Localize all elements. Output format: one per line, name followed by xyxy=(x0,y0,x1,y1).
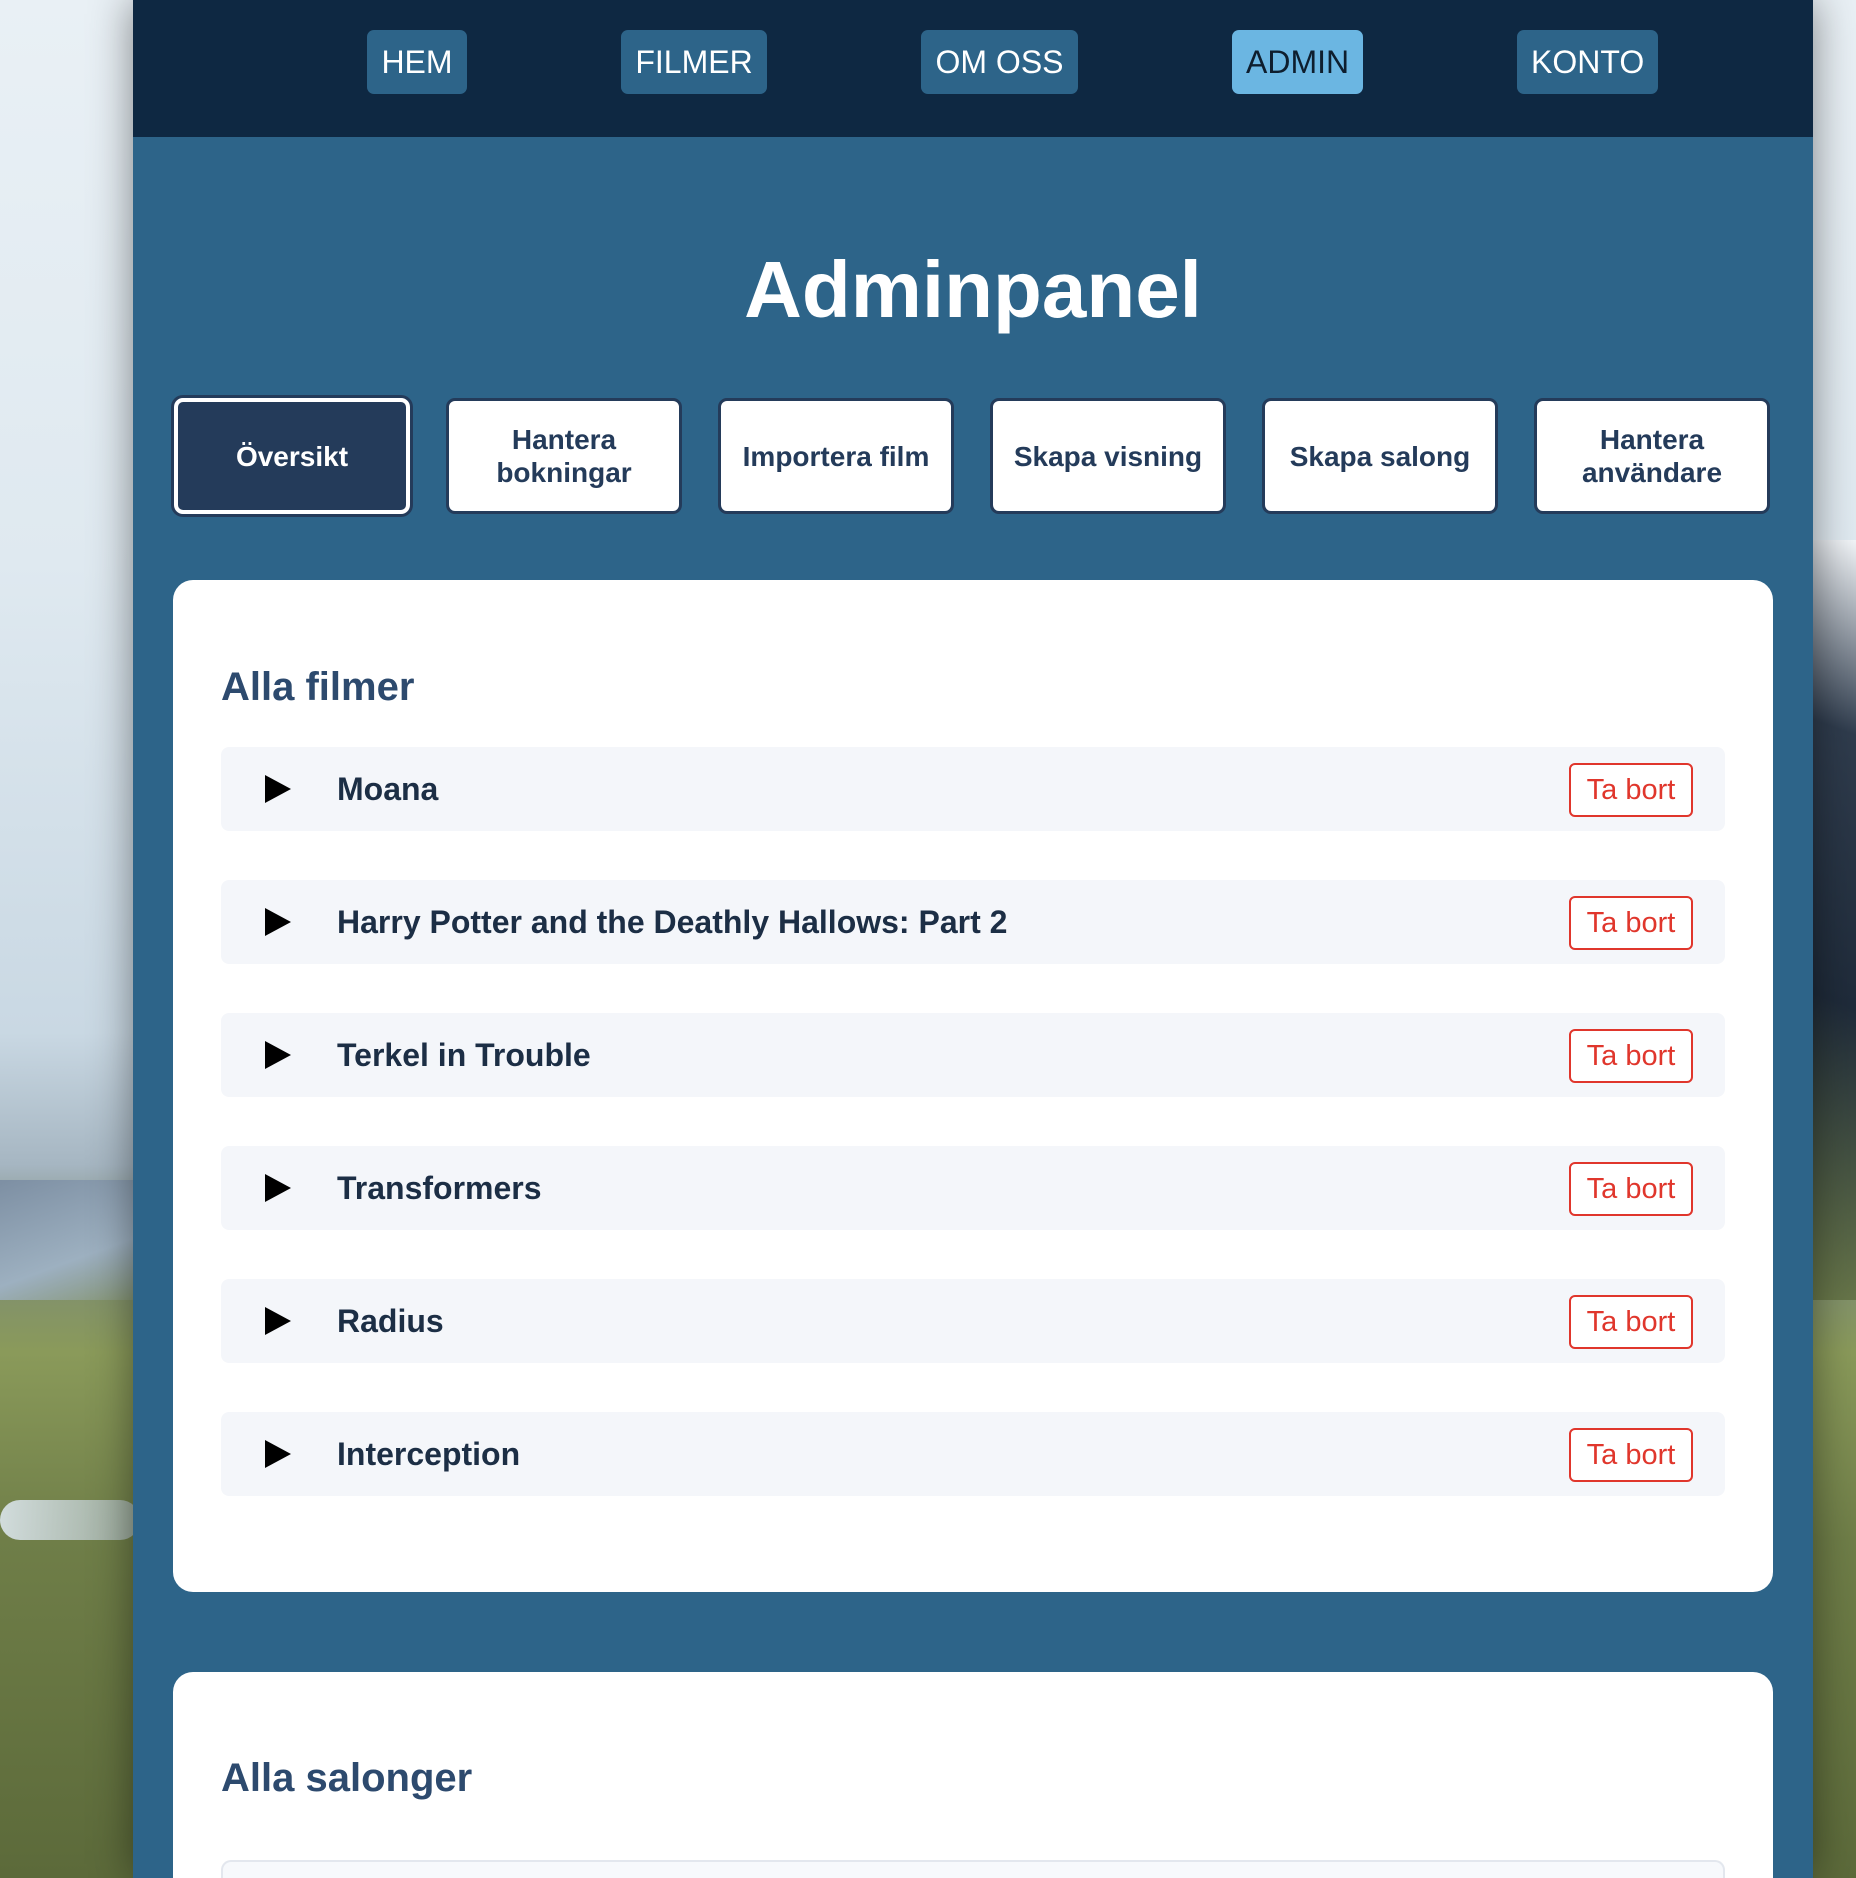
tab-label: Skapa salong xyxy=(1289,440,1471,472)
delete-film-button[interactable]: Ta bort xyxy=(1569,1162,1693,1216)
films-card: Alla filmer Moana Ta bort Harry Potter a… xyxy=(173,580,1773,1592)
delete-film-button[interactable]: Ta bort xyxy=(1569,896,1693,950)
film-row: Radius Ta bort xyxy=(221,1279,1725,1363)
admin-tabs: Översikt Hantera bokningar Importera fil… xyxy=(174,398,1772,516)
tab-label: Importera film xyxy=(742,440,930,472)
salons-heading: Alla salonger xyxy=(221,1756,473,1800)
films-heading: Alla filmer xyxy=(221,665,415,709)
tab-label: Hantera användare xyxy=(1581,424,1723,488)
salon-row xyxy=(221,1860,1725,1878)
expand-triangle-icon[interactable] xyxy=(265,1041,291,1069)
background-river xyxy=(0,1500,140,1540)
film-title: Transformers xyxy=(337,1170,542,1206)
page-container: HEM FILMER OM OSS ADMIN KONTO Adminpanel… xyxy=(133,0,1813,1878)
salons-card: Alla salonger xyxy=(173,1672,1773,1878)
tab-hantera-anvandare[interactable]: Hantera användare xyxy=(1534,398,1770,514)
expand-triangle-icon[interactable] xyxy=(265,908,291,936)
film-title: Harry Potter and the Deathly Hallows: Pa… xyxy=(337,904,1008,940)
delete-film-button[interactable]: Ta bort xyxy=(1569,763,1693,817)
page-title: Adminpanel xyxy=(744,245,1202,334)
film-row: Harry Potter and the Deathly Hallows: Pa… xyxy=(221,880,1725,964)
expand-triangle-icon[interactable] xyxy=(265,775,291,803)
tab-importera-film[interactable]: Importera film xyxy=(718,398,954,514)
nav-item-filmer[interactable]: FILMER xyxy=(621,30,767,94)
delete-film-button[interactable]: Ta bort xyxy=(1569,1428,1693,1482)
expand-triangle-icon[interactable] xyxy=(265,1174,291,1202)
tab-skapa-salong[interactable]: Skapa salong xyxy=(1262,398,1498,514)
film-row: Interception Ta bort xyxy=(221,1412,1725,1496)
tab-skapa-visning[interactable]: Skapa visning xyxy=(990,398,1226,514)
expand-triangle-icon[interactable] xyxy=(265,1307,291,1335)
top-navigation: HEM FILMER OM OSS ADMIN KONTO xyxy=(133,0,1813,137)
film-title: Terkel in Trouble xyxy=(337,1037,591,1073)
delete-film-button[interactable]: Ta bort xyxy=(1569,1029,1693,1083)
film-row: Moana Ta bort xyxy=(221,747,1725,831)
film-title: Radius xyxy=(337,1303,444,1339)
tab-label: Översikt xyxy=(235,440,349,472)
delete-film-button[interactable]: Ta bort xyxy=(1569,1295,1693,1349)
tab-label: Hantera bokningar xyxy=(496,424,632,488)
expand-triangle-icon[interactable] xyxy=(265,1440,291,1468)
nav-item-konto[interactable]: KONTO xyxy=(1517,30,1658,94)
nav-item-hem[interactable]: HEM xyxy=(367,30,467,94)
film-title: Moana xyxy=(337,771,439,807)
film-row: Transformers Ta bort xyxy=(221,1146,1725,1230)
film-row: Terkel in Trouble Ta bort xyxy=(221,1013,1725,1097)
tab-hantera-bokningar[interactable]: Hantera bokningar xyxy=(446,398,682,514)
tab-label: Skapa visning xyxy=(1013,440,1203,472)
tab-oversikt[interactable]: Översikt xyxy=(174,398,410,514)
film-title: Interception xyxy=(337,1436,521,1472)
nav-item-admin[interactable]: ADMIN xyxy=(1232,30,1363,94)
nav-item-om-oss[interactable]: OM OSS xyxy=(921,30,1078,94)
